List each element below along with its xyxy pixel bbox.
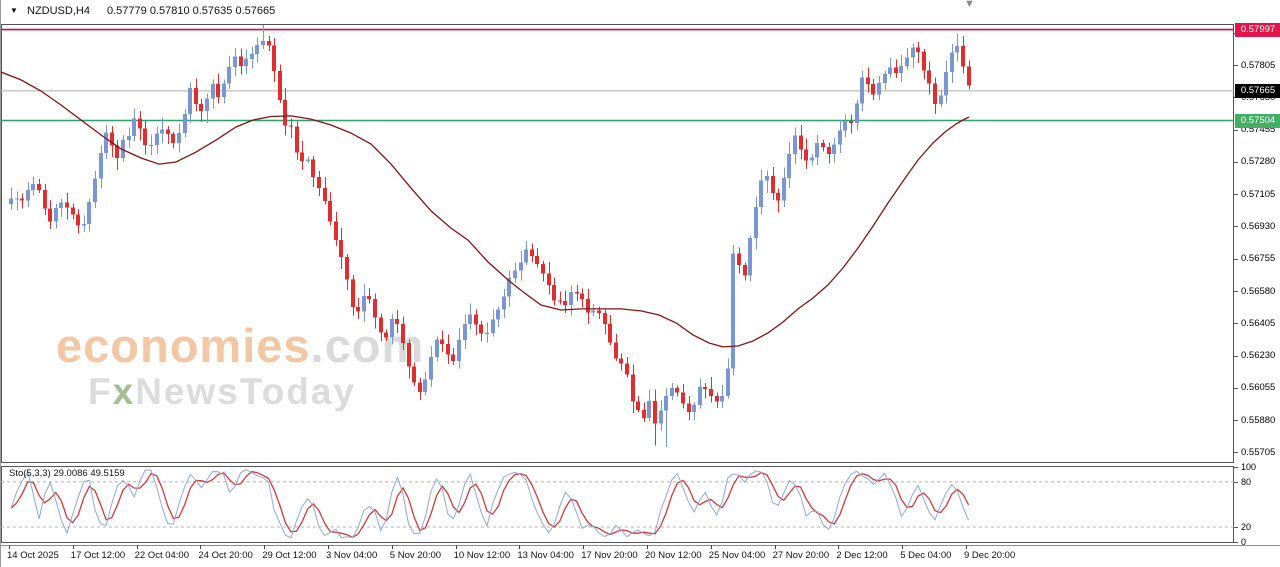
support-price-badge: 0.57504 [1235, 114, 1280, 128]
time-tick-label: 5 Dec 04:00 [900, 550, 951, 561]
time-tick [456, 545, 457, 549]
price-tick [1234, 356, 1238, 357]
price-tick [1234, 452, 1238, 453]
price-tick-label: 0.55880 [1241, 415, 1275, 426]
price-tick [1234, 65, 1238, 66]
time-axis[interactable]: 14 Oct 2025 17 Oct 12:00 22 Oct 04:00 24 Oc… [1, 545, 1280, 567]
current-price-badge: 0.57665 [1235, 84, 1280, 98]
time-tick-label: 9 Dec 20:00 [964, 550, 1015, 561]
time-tick-label: 24 Oct 20:00 [198, 550, 252, 561]
price-tick-label: 0.57805 [1241, 60, 1275, 71]
time-tick-label: 17 Nov 20:00 [581, 550, 638, 561]
price-axis[interactable]: 0.57997 0.57665 0.57504 0.579800.578050.… [1234, 0, 1280, 545]
time-tick [775, 545, 776, 549]
time-tick-label: 22 Oct 04:00 [135, 550, 189, 561]
time-tick-label: 5 Nov 20:00 [390, 550, 441, 561]
time-tick-label: 14 Oct 2025 [7, 550, 59, 561]
time-tick-label: 20 Nov 12:00 [645, 550, 702, 561]
time-tick-label: 29 Oct 12:00 [262, 550, 316, 561]
time-tick [711, 545, 712, 549]
price-tick-label: 0.55705 [1241, 447, 1275, 458]
price-tick [1234, 259, 1238, 260]
time-tick [902, 545, 903, 549]
price-tick-label: 0.57280 [1241, 156, 1275, 167]
stochastic-label: Sto(5,3,3) 29.0086 49.5159 [9, 468, 125, 479]
price-tick-label: 0.56405 [1241, 318, 1275, 329]
stochastic-tick [1234, 482, 1238, 483]
stochastic-tick-label: 20 [1241, 522, 1251, 532]
price-tick [1234, 291, 1238, 292]
time-tick-label: 3 Nov 04:00 [326, 550, 377, 561]
price-tick-label: 0.57105 [1241, 189, 1275, 200]
price-tick-label: 0.56930 [1241, 221, 1275, 232]
main-pane-frame [2, 25, 1234, 463]
time-tick-label: 2 Dec 12:00 [836, 550, 887, 561]
price-tick [1234, 194, 1238, 195]
price-tick-label: 0.56055 [1241, 382, 1275, 393]
price-tick [1234, 130, 1238, 131]
time-tick-label: 13 Nov 04:00 [517, 550, 574, 561]
resistance-price-badge: 0.57997 [1235, 23, 1280, 37]
chart-header: ▼ NZDUSD,H4 0.57779 0.57810 0.57635 0.57… [1, 0, 1234, 24]
time-tick [519, 545, 520, 549]
stochastic-k-line [11, 470, 969, 538]
time-tick [137, 545, 138, 549]
price-tick-label: 0.56230 [1241, 350, 1275, 361]
ohlc-values: 0.57779 0.57810 0.57635 0.57665 [107, 5, 275, 17]
price-tick-label: 0.56755 [1241, 253, 1275, 264]
time-tick [9, 545, 10, 549]
chart-canvas[interactable] [1, 0, 1234, 545]
symbol-dropdown-icon[interactable]: ▼ [10, 6, 18, 15]
trading-chart-window: ▼ NZDUSD,H4 0.57779 0.57810 0.57635 0.57… [0, 0, 1280, 567]
price-tick-label: 0.56580 [1241, 286, 1275, 297]
time-tick-label: 27 Nov 20:00 [773, 550, 830, 561]
price-tick [1234, 162, 1238, 163]
price-tick [1234, 388, 1238, 389]
price-tick [1234, 226, 1238, 227]
candles [9, 25, 971, 447]
time-tick [200, 545, 201, 549]
time-tick [838, 545, 839, 549]
time-tick [647, 545, 648, 549]
stochastic-tick [1234, 527, 1238, 528]
price-tick [1234, 420, 1238, 421]
stochastic-tick-label: 100 [1241, 462, 1256, 472]
time-tick [264, 545, 265, 549]
time-tick [328, 545, 329, 549]
time-tick [392, 545, 393, 549]
time-tick [966, 545, 967, 549]
time-tick-label: 25 Nov 04:00 [709, 550, 766, 561]
last-bar-marker-icon[interactable]: ▼ [964, 0, 975, 10]
stochastic-tick [1234, 467, 1238, 468]
moving-average-line [1, 72, 969, 347]
time-tick [583, 545, 584, 549]
stochastic-tick [1234, 542, 1238, 543]
time-tick-label: 10 Nov 12:00 [454, 550, 511, 561]
price-tick [1234, 323, 1238, 324]
stochastic-tick-label: 80 [1241, 477, 1251, 487]
symbol-timeframe-label[interactable]: NZDUSD,H4 [27, 5, 90, 17]
time-tick-label: 17 Oct 12:00 [71, 550, 125, 561]
time-tick [73, 545, 74, 549]
